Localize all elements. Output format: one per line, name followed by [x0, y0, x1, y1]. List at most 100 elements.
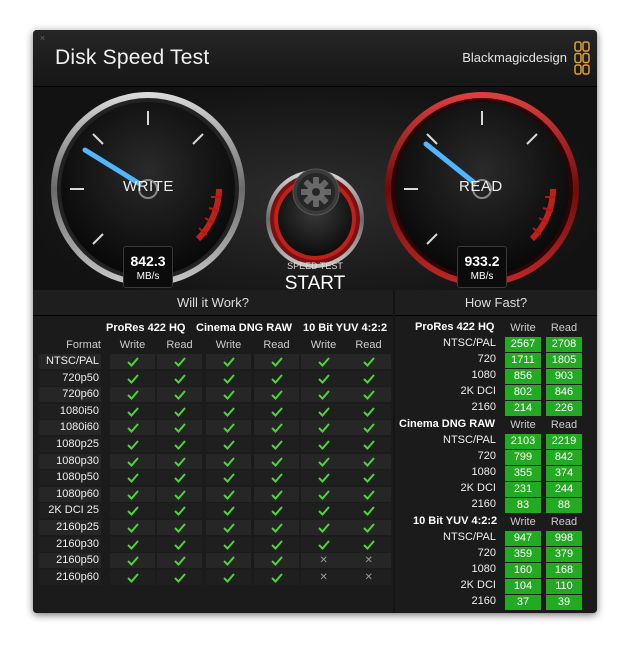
check-icon — [173, 506, 186, 517]
check-icon — [317, 423, 330, 434]
table-row: 2160 214 226 — [395, 401, 597, 416]
write-value: 799 — [505, 450, 541, 465]
how-fast-panel: How Fast? ProRes 422 HQ Write Read NTSC/PAL… — [395, 290, 597, 613]
format-label: 1080i60 — [59, 421, 99, 434]
group-header: Cinema DNG RAW — [196, 322, 292, 334]
table-row: 1080p60 — [33, 486, 393, 503]
check-icon — [126, 373, 139, 384]
check-icon — [317, 523, 330, 533]
table-row: 720p60 — [33, 387, 393, 403]
check-icon — [222, 373, 235, 384]
check-icon — [222, 556, 235, 567]
format-label: 720 — [477, 353, 496, 365]
check-icon — [222, 506, 235, 517]
check-icon — [270, 556, 283, 567]
cross-icon: ✕ — [364, 555, 373, 567]
gear-icon[interactable] — [292, 168, 340, 216]
subcol-header: Read — [263, 339, 290, 351]
group-name: 10 Bit YUV 4:2:2 — [413, 515, 498, 527]
write-value: 2567 — [505, 337, 541, 352]
subcol-read: Read — [550, 322, 578, 334]
write-value: 947 — [505, 531, 541, 546]
check-icon — [222, 539, 235, 550]
write-speed-unit: MB/s — [136, 271, 160, 282]
table-row: 2160p30 — [33, 536, 393, 553]
check-icon — [362, 523, 375, 533]
check-icon — [317, 357, 330, 367]
app-title: Disk Speed Test — [55, 46, 210, 69]
read-speed-value: 933.2 — [464, 253, 500, 269]
check-icon — [270, 473, 283, 484]
check-icon — [222, 523, 235, 533]
how-fast-heading: How Fast? — [395, 290, 597, 316]
write-speed-readout: 842.3 MB/s — [123, 246, 173, 288]
check-icon — [126, 390, 139, 401]
subcol-read: Read — [550, 516, 578, 528]
check-icon — [362, 423, 375, 434]
check-icon — [270, 423, 283, 434]
check-icon — [362, 456, 375, 467]
check-icon — [317, 490, 330, 500]
format-label: 720p50 — [62, 371, 99, 384]
check-icon — [222, 456, 235, 467]
table-row: 2K DCI 802 846 — [395, 385, 597, 400]
check-icon — [222, 490, 235, 500]
read-value: 244 — [546, 482, 582, 497]
will-it-work-heading: Will it Work? — [33, 290, 393, 316]
read-value: 846 — [546, 385, 582, 400]
check-icon — [222, 357, 235, 367]
check-icon — [270, 573, 283, 583]
table-row: 2K DCI 104 110 — [395, 579, 597, 594]
cross-icon: ✕ — [319, 571, 328, 583]
format-label: 1080p30 — [56, 454, 99, 467]
table-row: 720 1711 1805 — [395, 353, 597, 368]
disk-speed-test-window: × Disk Speed Test Blackmagicdesign WRITE… — [33, 30, 597, 613]
table-row: 1080i50 — [33, 403, 393, 420]
blackmagic-logo-icon — [574, 41, 590, 75]
table-row: 1080 160 168 — [395, 563, 597, 578]
write-value: 231 — [505, 482, 541, 497]
write-value: 160 — [505, 563, 541, 578]
check-icon — [222, 473, 235, 484]
format-label: 1080 — [471, 563, 496, 575]
check-icon — [222, 573, 235, 583]
check-icon — [222, 440, 235, 450]
format-label: 720p60 — [62, 388, 99, 401]
check-icon — [126, 440, 139, 450]
title-bar: × Disk Speed Test Blackmagicdesign — [33, 30, 597, 87]
check-icon — [270, 440, 283, 450]
group-header: ProRes 422 HQ — [106, 322, 186, 334]
close-icon[interactable]: × — [38, 34, 47, 43]
group-header-row: 10 Bit YUV 4:2:2 Write Read — [395, 515, 597, 531]
check-icon — [362, 473, 375, 484]
table-row: 2160p50 ✕ ✕ — [33, 553, 393, 569]
table-row: NTSC/PAL — [33, 354, 393, 370]
table-row: 2160 83 88 — [395, 498, 597, 513]
read-value: 374 — [546, 466, 582, 481]
table-row: 720 359 379 — [395, 547, 597, 562]
format-label: 2160p30 — [56, 537, 99, 550]
check-icon — [222, 407, 235, 417]
check-icon — [362, 407, 375, 417]
format-label: NTSC/PAL — [443, 337, 496, 349]
table-row: 2K DCI 25 — [33, 503, 393, 519]
table-row: 2160p25 — [33, 520, 393, 536]
table-row: 2160 37 39 — [395, 595, 597, 610]
table-row: 1080p50 — [33, 470, 393, 486]
check-icon — [173, 456, 186, 467]
check-icon — [317, 440, 330, 450]
table-row: 1080 856 903 — [395, 369, 597, 384]
write-value: 1711 — [505, 353, 541, 368]
check-icon — [362, 490, 375, 500]
check-icon — [173, 523, 186, 533]
check-icon — [173, 473, 186, 484]
subcol-header: Read — [355, 339, 382, 351]
check-icon — [270, 357, 283, 367]
format-label: 2160 — [471, 595, 496, 607]
table-row: 720 799 842 — [395, 450, 597, 465]
gauge-panel: WRITE READ 842.3 MB/s 933.2 MB/s SPEED T… — [33, 87, 597, 294]
subcol-write: Write — [510, 322, 536, 334]
cross-icon: ✕ — [319, 555, 328, 567]
subcol-header: Write — [310, 339, 337, 351]
check-icon — [126, 407, 139, 417]
